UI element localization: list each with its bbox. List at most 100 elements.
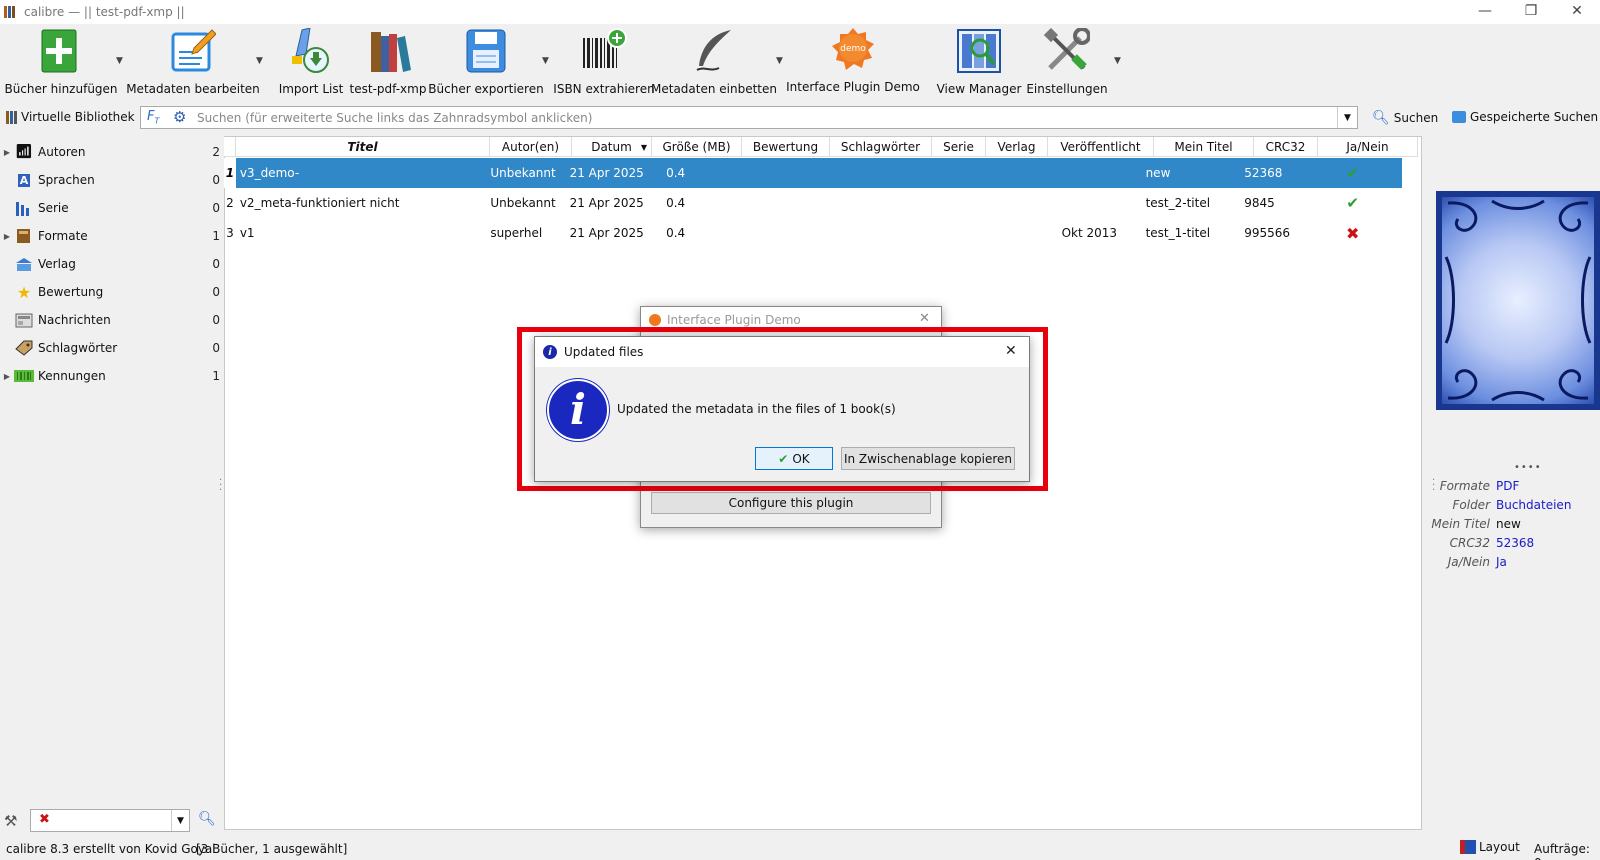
- column-header-my-title[interactable]: Mein Titel: [1154, 137, 1254, 157]
- filter-dropdown-icon[interactable]: ▼: [171, 810, 189, 831]
- tag-category-formats[interactable]: ▶ Formate 1: [0, 222, 220, 250]
- search-button[interactable]: 🔍︎ Suchen: [1372, 110, 1438, 126]
- detail-crc32: CRC32 52368: [1449, 536, 1535, 550]
- close-button[interactable]: ✕: [1554, 0, 1600, 22]
- detail-folder: Folder Buchdateien: [1452, 498, 1572, 512]
- preferences-button[interactable]: Einstellungen: [1026, 24, 1108, 100]
- jobs-status[interactable]: Aufträge: 0: [1534, 842, 1600, 860]
- splitter-handle[interactable]: · · ·: [219, 476, 222, 496]
- expand-arrow-icon[interactable]: ▶: [0, 232, 14, 241]
- table-row[interactable]: 1 v3_demo- Unbekannt 21 Apr 2025 0.4 new…: [224, 158, 1402, 188]
- expand-arrow-icon[interactable]: ▶: [0, 372, 14, 381]
- series-icon: [14, 199, 34, 217]
- column-header-title[interactable]: Titel: [236, 137, 490, 157]
- column-header-date[interactable]: Datum ▼: [572, 137, 652, 157]
- column-header-series[interactable]: Serie: [932, 137, 986, 157]
- column-header-yesno[interactable]: Ja/Nein: [1318, 137, 1418, 157]
- full-text-search-icon[interactable]: FT: [147, 109, 159, 126]
- status-book-count: [3 Bücher, 1 ausgewählt]: [196, 842, 348, 856]
- news-icon: [14, 311, 34, 329]
- maximize-button[interactable]: ❐: [1508, 0, 1554, 22]
- barcode-icon: [581, 28, 627, 74]
- sort-desc-icon: ▼: [640, 142, 647, 152]
- tag-category-authors[interactable]: ▶ 📶︎ Autoren 2: [0, 138, 220, 166]
- layout-icon: [1460, 840, 1476, 854]
- edit-metadata-button[interactable]: Metadaten bearbeiten: [126, 24, 260, 100]
- saved-searches-icon: [1452, 111, 1466, 123]
- identifiers-icon: [14, 367, 34, 385]
- tag-category-identifiers[interactable]: ▶ Kennungen 1: [0, 362, 220, 390]
- panel-splitter-handle[interactable]: ••••: [1514, 462, 1542, 473]
- tools-icon: [1043, 27, 1091, 74]
- column-header-size[interactable]: Größe (MB): [652, 137, 742, 157]
- view-manager-icon: [956, 28, 1002, 74]
- table-row[interactable]: 2 v2_meta-funktioniert nicht Unbekannt 2…: [224, 188, 1402, 218]
- column-header-publisher[interactable]: Verlag: [986, 137, 1048, 157]
- configure-plugin-button[interactable]: Configure this plugin: [651, 492, 931, 514]
- add-books-dropdown-icon[interactable]: ▼: [116, 56, 126, 66]
- clear-filter-icon[interactable]: ✖: [39, 812, 50, 827]
- book-cover[interactable]: [1436, 191, 1600, 410]
- search-history-dropdown-icon[interactable]: ▼: [1337, 107, 1357, 128]
- export-books-button[interactable]: Bücher exportieren: [428, 24, 544, 100]
- minimize-button[interactable]: —: [1462, 0, 1508, 22]
- library-icon: [6, 110, 17, 124]
- updated-files-dialog: i Updated files ✕ i Updated the metadata…: [534, 336, 1030, 482]
- tag-browser: ▶ 📶︎ Autoren 2 A Sprachen 0 Serie 0 ▶ Fo…: [0, 136, 222, 806]
- column-header-crc32[interactable]: CRC32: [1254, 137, 1318, 157]
- plugin-dialog-close-button[interactable]: ✕: [919, 311, 930, 326]
- edit-metadata-dropdown-icon[interactable]: ▼: [256, 56, 266, 66]
- column-header-tags[interactable]: Schlagwörter: [830, 137, 932, 157]
- saved-searches-button[interactable]: Gespeicherte Suchen: [1452, 110, 1598, 124]
- info-small-icon: i: [543, 345, 557, 359]
- embed-metadata-dropdown-icon[interactable]: ▼: [776, 56, 786, 66]
- check-icon: ✔: [778, 451, 789, 466]
- window-title: calibre — || test-pdf-xmp ||: [24, 5, 185, 19]
- tag-category-news[interactable]: Nachrichten 0: [0, 306, 220, 334]
- detail-yesno: Ja/Nein Ja: [1447, 555, 1507, 569]
- column-header-rating[interactable]: Bewertung: [742, 137, 830, 157]
- tag-icon: [14, 339, 34, 357]
- find-icon[interactable]: 🔍︎: [198, 811, 216, 827]
- gear-icon[interactable]: ⚙: [173, 108, 186, 126]
- add-book-icon: [38, 28, 84, 74]
- column-header-published[interactable]: Veröffentlicht: [1048, 137, 1154, 157]
- embed-metadata-button[interactable]: Metadaten einbetten: [651, 24, 777, 100]
- virtual-library-button[interactable]: Virtuelle Bibliothek: [6, 110, 135, 124]
- info-icon: i: [547, 379, 609, 441]
- table-row[interactable]: 3 v1 superhel 21 Apr 2025 0.4 Okt 2013 t…: [224, 218, 1402, 248]
- isbn-extract-button[interactable]: ISBN extrahieren: [553, 24, 655, 100]
- tag-filter-input[interactable]: ✖ ▼: [30, 809, 190, 832]
- tag-category-tags[interactable]: Schlagwörter 0: [0, 334, 220, 362]
- column-header-authors[interactable]: Autor(en): [490, 137, 572, 157]
- view-manager-button[interactable]: View Manager: [937, 24, 1021, 100]
- tag-category-rating[interactable]: ★ Bewertung 0: [0, 278, 220, 306]
- tag-category-languages[interactable]: A Sprachen 0: [0, 166, 220, 194]
- detail-formats: Formate PDF: [1439, 479, 1520, 493]
- ok-button[interactable]: ✔ OK: [755, 447, 833, 470]
- quill-icon: [691, 28, 737, 74]
- book-list-header: Titel Autor(en) Datum ▼ Größe (MB) Bewert…: [224, 137, 1418, 157]
- demo-plugin-small-icon: [649, 313, 661, 326]
- formats-book-icon: [14, 227, 34, 245]
- layout-button[interactable]: Layout: [1460, 840, 1520, 854]
- tag-category-series[interactable]: Serie 0: [0, 194, 220, 222]
- expand-arrow-icon[interactable]: ▶: [0, 148, 14, 157]
- save-icon: [463, 28, 509, 74]
- languages-icon: A: [17, 173, 31, 187]
- status-version: calibre 8.3 erstellt von Kovid Goyal: [6, 842, 216, 856]
- interface-plugin-demo-button[interactable]: demo Interface Plugin Demo: [786, 24, 920, 100]
- info-message: Updated the metadata in the files of 1 b…: [617, 402, 896, 416]
- edit-metadata-icon: [170, 28, 217, 74]
- tag-category-publisher[interactable]: Verlag 0: [0, 250, 220, 278]
- add-books-button[interactable]: Bücher hinzufügen: [4, 24, 118, 100]
- import-list-button[interactable]: Import List: [278, 24, 344, 100]
- tag-browser-settings-icon[interactable]: ⚒: [4, 812, 17, 830]
- preferences-dropdown-icon[interactable]: ▼: [1114, 56, 1124, 66]
- search-input[interactable]: FT ⚙ Suchen (für erweiterte Suche links …: [140, 106, 1358, 129]
- info-dialog-close-button[interactable]: ✕: [1005, 343, 1017, 359]
- check-icon: ✔: [1346, 164, 1359, 182]
- test-pdf-xmp-button[interactable]: test-pdf-xmp: [350, 24, 426, 100]
- copy-to-clipboard-button[interactable]: In Zwischenablage kopieren: [841, 447, 1015, 470]
- export-books-dropdown-icon[interactable]: ▼: [542, 56, 552, 66]
